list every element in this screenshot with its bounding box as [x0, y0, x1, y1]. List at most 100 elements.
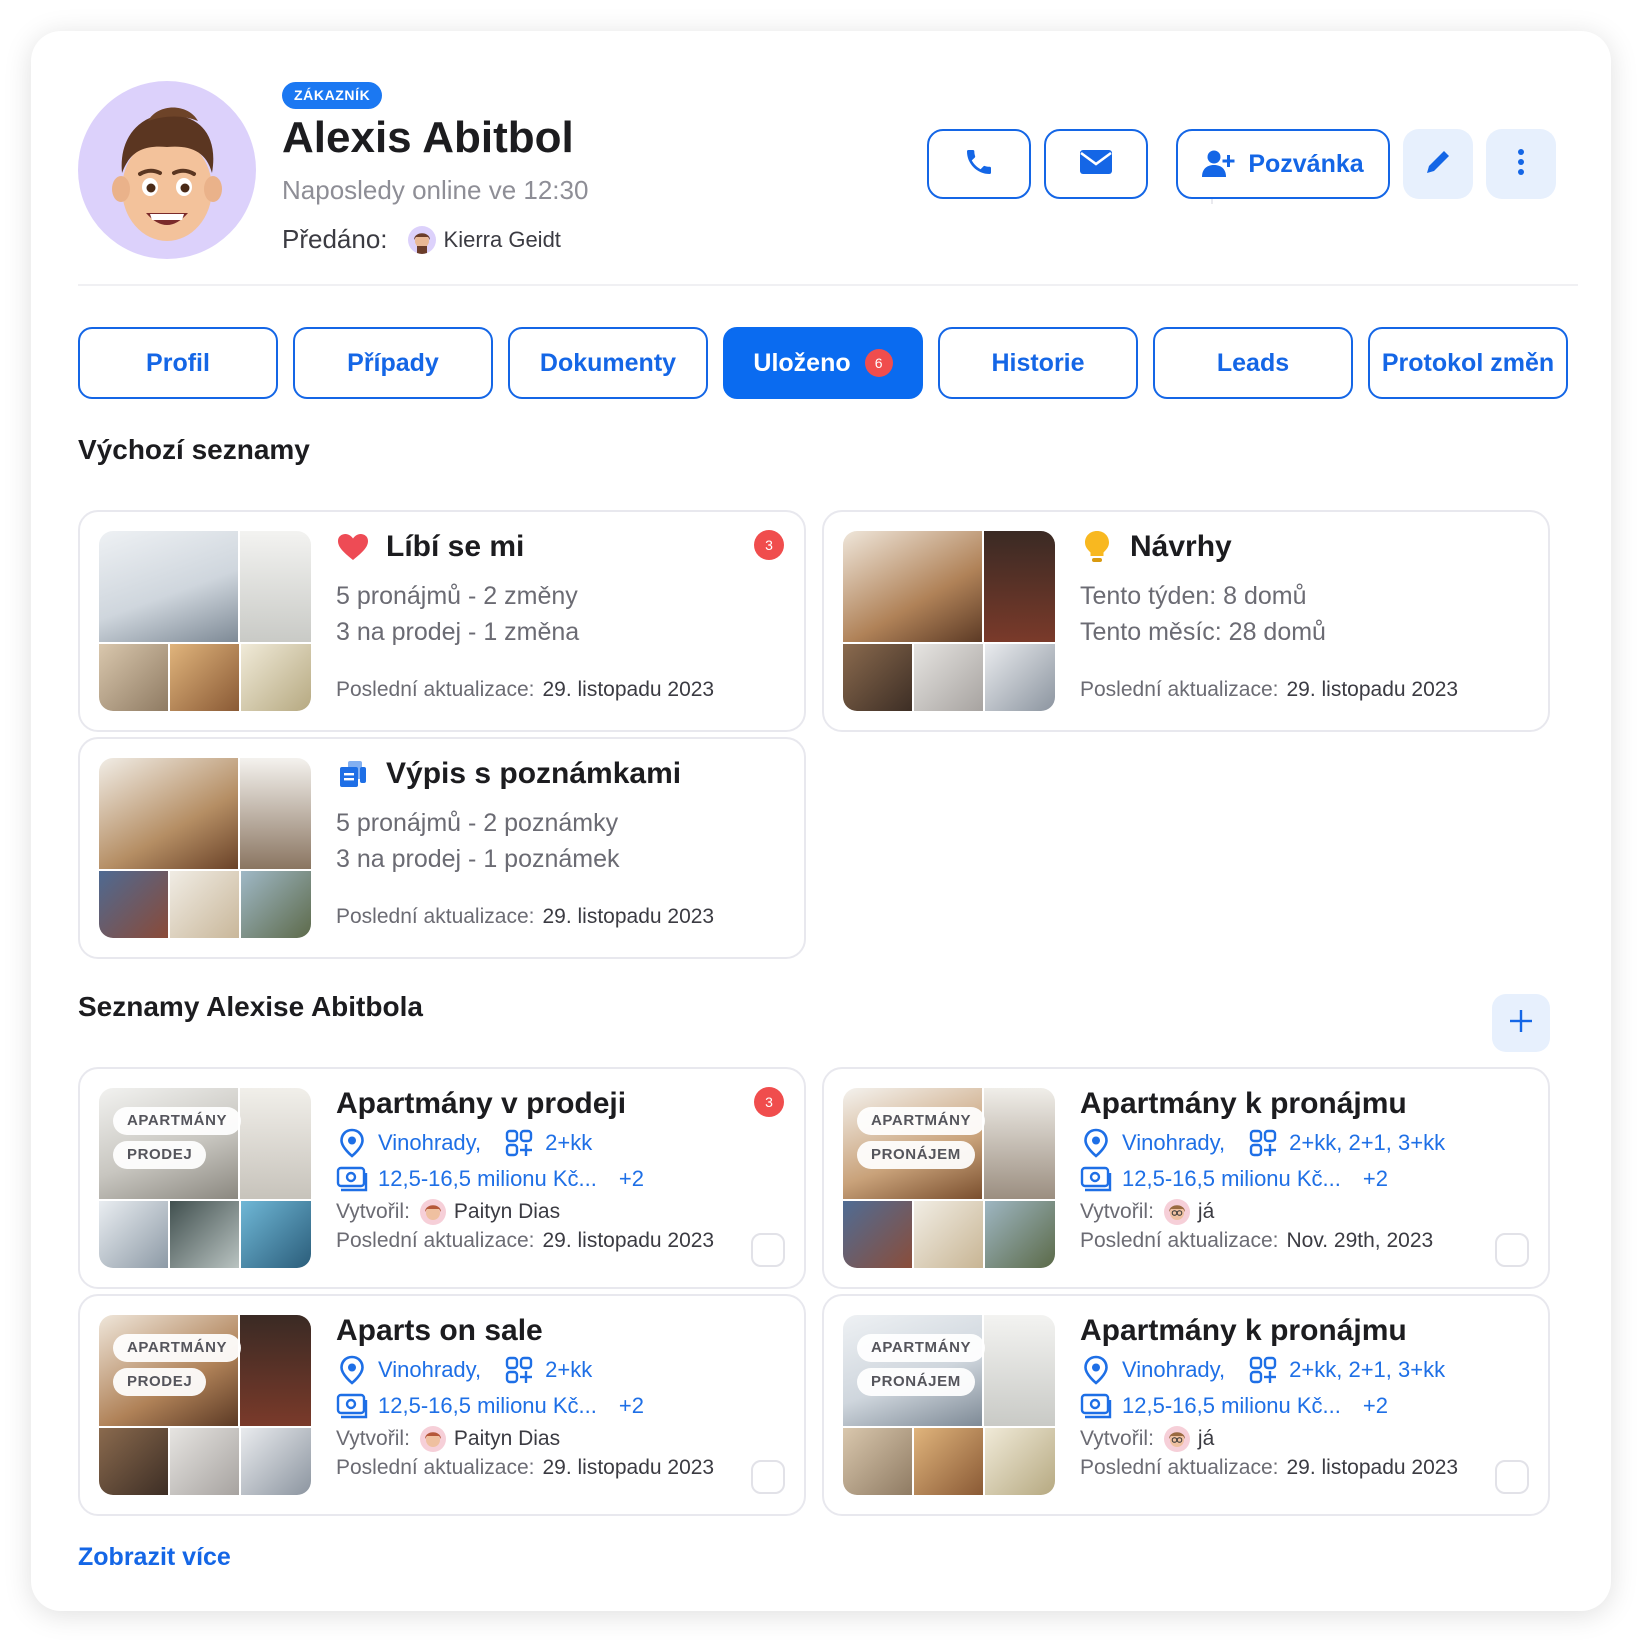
- more-filters-count[interactable]: +2: [619, 1393, 644, 1419]
- last-updated-row: Poslední aktualizace: 29. listopadu 2023: [336, 1456, 714, 1480]
- layout-grid-icon: [1247, 1354, 1279, 1386]
- filter-row-location: Vinohrady, 2+kk: [336, 1127, 592, 1159]
- list-card-suggestions[interactable]: Návrhy Tento týden: 8 domů Tento měsíc: …: [822, 510, 1550, 732]
- call-button[interactable]: [927, 129, 1031, 199]
- filter-row-price: 12,5-16,5 milionu Kč... +2: [1080, 1390, 1388, 1422]
- filter-row-price: 12,5-16,5 milionu Kč... +2: [336, 1163, 644, 1195]
- type-pill: PRONÁJEM: [857, 1141, 975, 1169]
- add-list-button[interactable]: [1492, 994, 1550, 1052]
- section-title-user-lists: Seznamy Alexise Abitbola: [78, 991, 423, 1022]
- list-card-title: Aparts on sale: [336, 1314, 543, 1347]
- filter-row-location: Vinohrady, 2+kk, 2+1, 3+kk: [1080, 1127, 1445, 1159]
- type-pill: PRONÁJEM: [857, 1368, 975, 1396]
- more-filters-count[interactable]: +2: [1363, 1166, 1388, 1192]
- created-by-row: Vytvořil: Paityn Dias: [336, 1426, 560, 1452]
- list-card-line2: 3 na prodej - 1 změna: [336, 618, 580, 646]
- list-card-line2: Tento měsíc: 28 domů: [1080, 618, 1326, 646]
- layout-value: 2+kk, 2+1, 3+kk: [1289, 1130, 1446, 1155]
- list-card-line1: 5 pronájmů - 2 změny: [336, 582, 578, 610]
- invite-button[interactable]: Pozvánka: [1176, 129, 1390, 199]
- tab-label: Uloženo: [753, 348, 851, 377]
- location-value: Vinohrady,: [1122, 1357, 1226, 1382]
- creator-avatar: [1163, 1199, 1190, 1225]
- list-thumbnail-collage: [843, 531, 1055, 711]
- tab-ulozeno[interactable]: Uloženo 6: [723, 327, 923, 399]
- more-options-button[interactable]: [1486, 129, 1556, 199]
- created-by-label: Vytvořil:: [1080, 1427, 1154, 1450]
- creator-avatar: [1163, 1426, 1190, 1452]
- price-value: 12,5-16,5 milionu Kč...: [1122, 1166, 1341, 1191]
- user-list-card[interactable]: APARTMÁNY PRODEJ Apartmány v prodeji 3 V…: [78, 1067, 806, 1289]
- customer-detail-panel: ZÁKAZNÍK Alexis Abitbol Naposledy online…: [31, 31, 1611, 1611]
- list-card-likes[interactable]: Líbí se mi 3 5 pronájmů - 2 změny 3 na p…: [78, 510, 806, 732]
- tab-dokumenty[interactable]: Dokumenty: [508, 327, 708, 399]
- location-value: Vinohrady,: [378, 1130, 482, 1155]
- list-thumbnail-collage: [99, 531, 311, 711]
- section-title-default-lists: Výchozí seznamy: [78, 434, 310, 465]
- location-value: Vinohrady,: [378, 1357, 482, 1382]
- created-by-label: Vytvořil:: [336, 1427, 410, 1450]
- layout-value: 2+kk, 2+1, 3+kk: [1289, 1357, 1446, 1382]
- show-more-link[interactable]: Zobrazit více: [78, 1543, 231, 1572]
- last-updated-row: Poslední aktualizace: 29. listopadu 2023: [1080, 678, 1458, 702]
- tab-leads[interactable]: Leads: [1153, 327, 1353, 399]
- layout-value: 2+kk: [545, 1130, 593, 1155]
- last-updated-value: 29. listopadu 2023: [542, 905, 715, 928]
- list-thumbnail-collage: APARTMÁNY PRODEJ: [99, 1315, 311, 1495]
- list-card-notes[interactable]: Výpis s poznámkami 5 pronájmů - 2 poznám…: [78, 737, 806, 959]
- list-card-title: Návrhy: [1080, 530, 1232, 564]
- last-updated-label: Poslední aktualizace:: [336, 678, 535, 701]
- category-pill: APARTMÁNY: [857, 1334, 986, 1362]
- tab-label: Profil: [146, 348, 210, 377]
- invite-label: Pozvánka: [1248, 149, 1364, 178]
- heart-icon: [336, 530, 370, 564]
- select-checkbox[interactable]: [1495, 1233, 1529, 1267]
- creator-name: Paityn Dias: [453, 1427, 561, 1450]
- tab-protokol-zmen[interactable]: Protokol změn: [1368, 327, 1568, 399]
- creator-avatar: [419, 1426, 446, 1452]
- tab-historie[interactable]: Historie: [938, 327, 1138, 399]
- more-filters-count[interactable]: +2: [1363, 1393, 1388, 1419]
- creator-name: Paityn Dias: [453, 1200, 561, 1223]
- user-list-card[interactable]: APARTMÁNY PRODEJ Aparts on sale Vinohrad…: [78, 1294, 806, 1516]
- filter-row-price: 12,5-16,5 milionu Kč... +2: [336, 1390, 644, 1422]
- last-updated-value: 29. listopadu 2023: [542, 678, 715, 701]
- list-thumbnail-collage: [99, 758, 311, 938]
- last-updated-label: Poslední aktualizace:: [336, 1456, 535, 1479]
- assignee-name[interactable]: Kierra Geidt: [444, 227, 561, 253]
- last-updated-label: Poslední aktualizace:: [1080, 1456, 1279, 1479]
- edit-button[interactable]: [1403, 129, 1473, 199]
- category-pill: APARTMÁNY: [857, 1107, 986, 1135]
- list-card-line1: 5 pronájmů - 2 poznámky: [336, 809, 619, 837]
- list-card-title-text: Výpis s poznámkami: [386, 757, 682, 790]
- money-icon: [1080, 1163, 1112, 1195]
- list-thumbnail-collage: APARTMÁNY PRONÁJEM: [843, 1315, 1055, 1495]
- location-pin-icon: [1080, 1354, 1112, 1386]
- assignee-avatar: [407, 225, 436, 254]
- last-updated-row: Poslední aktualizace: 29. listopadu 2023: [1080, 1456, 1458, 1480]
- created-by-label: Vytvořil:: [336, 1200, 410, 1223]
- tab-label: Případy: [347, 348, 439, 377]
- user-list-card[interactable]: APARTMÁNY PRONÁJEM Apartmány k pronájmu …: [822, 1067, 1550, 1289]
- price-value: 12,5-16,5 milionu Kč...: [378, 1393, 597, 1418]
- more-filters-count[interactable]: +2: [619, 1166, 644, 1192]
- assigned-to-row: Předáno: Kierra Geidt: [282, 224, 561, 255]
- select-checkbox[interactable]: [751, 1233, 785, 1267]
- select-checkbox[interactable]: [1495, 1460, 1529, 1494]
- more-vertical-icon: [1517, 148, 1525, 180]
- tab-profil[interactable]: Profil: [78, 327, 278, 399]
- user-list-card[interactable]: APARTMÁNY PRONÁJEM Apartmány k pronájmu …: [822, 1294, 1550, 1516]
- tab-pripady[interactable]: Případy: [293, 327, 493, 399]
- add-user-icon: [1202, 149, 1236, 179]
- created-by-row: Vytvořil: Paityn Dias: [336, 1199, 560, 1225]
- money-icon: [336, 1163, 368, 1195]
- last-updated-row: Poslední aktualizace: 29. listopadu 2023: [336, 1229, 714, 1253]
- list-card-title: Líbí se mi: [336, 530, 524, 564]
- created-by-row: Vytvořil: já: [1080, 1199, 1214, 1225]
- email-button[interactable]: [1044, 129, 1148, 199]
- created-by-row: Vytvořil: já: [1080, 1426, 1214, 1452]
- select-checkbox[interactable]: [751, 1460, 785, 1494]
- last-updated-label: Poslední aktualizace:: [336, 905, 535, 928]
- last-updated-row: Poslední aktualizace: 29. listopadu 2023: [336, 678, 714, 702]
- pencil-icon: [1423, 147, 1453, 182]
